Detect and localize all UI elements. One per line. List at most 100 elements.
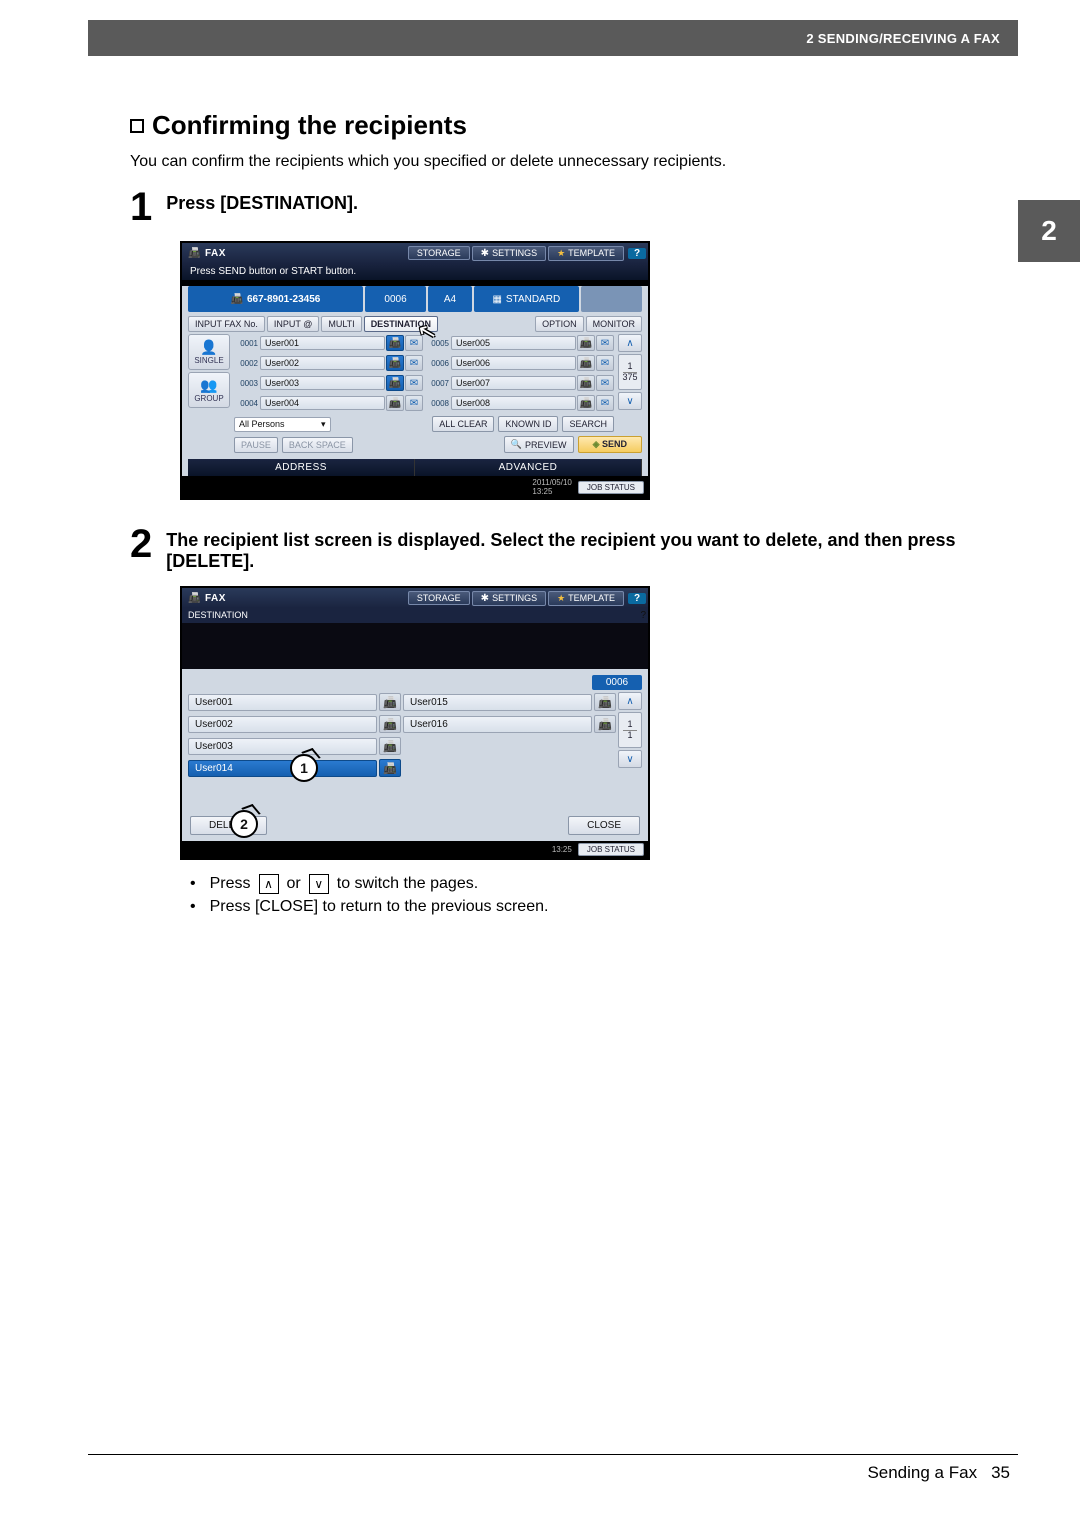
pause-button[interactable]: PAUSE [234, 437, 278, 453]
window-title: FAX [205, 593, 226, 604]
settings-button[interactable]: SETTINGS [472, 591, 546, 606]
time: 13:25 [552, 845, 572, 854]
callout-1: 1 [290, 754, 318, 782]
help-button[interactable]: ? [628, 248, 646, 259]
dest-user003[interactable]: User003 [188, 738, 377, 755]
note-paging: Press ∧ or ∨ to switch the pages. [190, 874, 970, 894]
up-arrow-icon: ∧ [259, 874, 279, 894]
settings-button[interactable]: SETTINGS [472, 246, 546, 261]
storage-button[interactable]: STORAGE [408, 246, 470, 260]
known-id-button[interactable]: KNOWN ID [498, 416, 558, 432]
tab-address[interactable]: ADDRESS [188, 459, 415, 476]
tab-multi[interactable]: MULTI [321, 316, 361, 332]
tab-input-fax-no[interactable]: INPUT FAX No. [188, 316, 265, 332]
page-down-button[interactable]: ∨ [618, 750, 642, 768]
datetime: 2011/05/1013:25 [532, 478, 571, 496]
mail-dest-icon[interactable]: ✉ [405, 395, 423, 411]
down-arrow-icon: ∨ [309, 874, 329, 894]
tab-input-at[interactable]: INPUT @ [267, 316, 319, 332]
tab-advanced[interactable]: ADVANCED [415, 459, 642, 476]
mail-dest-icon[interactable]: ✉ [596, 375, 614, 391]
tab-option[interactable]: OPTION [535, 316, 584, 332]
job-status-button[interactable]: JOB STATUS [578, 481, 644, 494]
step-2: 2 The recipient list screen is displayed… [130, 524, 970, 572]
mail-dest-icon[interactable]: ✉ [596, 355, 614, 371]
job-status-button[interactable]: JOB STATUS [578, 843, 644, 856]
all-clear-button[interactable]: ALL CLEAR [432, 416, 494, 432]
star-icon: ★ [557, 248, 565, 259]
fax-dest-icon[interactable]: 📠 [386, 375, 404, 391]
entry-user004[interactable]: User004 [260, 396, 385, 410]
search-button[interactable]: SEARCH [562, 416, 614, 432]
screen-footer: 2011/05/1013:25 JOB STATUS [182, 476, 648, 498]
help-button-2[interactable]: ? [640, 610, 646, 621]
fax-small-icon: 📠 [231, 294, 243, 305]
content-area: Confirming the recipients You can confir… [130, 110, 970, 920]
fax-number-display: 📠667-8901-23456 [188, 286, 363, 312]
fax-dest-icon[interactable]: 📠 [594, 693, 616, 711]
chapter-bar: 2 SENDING/RECEIVING A FAX [88, 20, 1018, 56]
fax-dest-icon[interactable]: 📠 [577, 375, 595, 391]
chapter-title: 2 SENDING/RECEIVING A FAX [806, 31, 1000, 46]
gear-icon [481, 248, 489, 259]
fax-dest-icon[interactable]: 📠 [577, 335, 595, 351]
fax-icon: 📠 [188, 593, 201, 604]
fax-dest-icon[interactable]: 📠 [379, 759, 401, 777]
page-up-button[interactable]: ∧ [618, 692, 642, 710]
step-1-number: 1 [130, 187, 152, 227]
fax-dest-icon[interactable]: 📠 [386, 335, 404, 351]
status-dim [581, 286, 642, 312]
dest-user016[interactable]: User016 [403, 716, 592, 733]
storage-button[interactable]: STORAGE [408, 591, 470, 605]
tab-monitor[interactable]: MONITOR [586, 316, 642, 332]
bottom-tabs: ADDRESS ADVANCED [182, 459, 648, 476]
dest-user014[interactable]: User014 [188, 760, 377, 777]
titlebar: 📠FAX STORAGE SETTINGS ★TEMPLATE ? [182, 243, 648, 263]
dest-user002[interactable]: User002 [188, 716, 377, 733]
template-button[interactable]: ★TEMPLATE [548, 246, 624, 261]
mail-dest-icon[interactable]: ✉ [405, 375, 423, 391]
filter-select[interactable]: All Persons▾ [234, 417, 331, 432]
fax-dest-icon[interactable]: 📠 [577, 355, 595, 371]
resolution-mode[interactable]: ▦STANDARD [474, 286, 579, 312]
fax-dest-icon[interactable]: 📠 [379, 693, 401, 711]
notes-list: Press ∧ or ∨ to switch the pages. Press … [190, 874, 970, 916]
mail-dest-icon[interactable]: ✉ [596, 395, 614, 411]
paper-size: A4 [428, 286, 472, 312]
mail-dest-icon[interactable]: ✉ [596, 335, 614, 351]
instruction-bar: Press SEND button or START button. [182, 263, 648, 280]
note-close: Press [CLOSE] to return to the previous … [190, 898, 970, 916]
dest-user015[interactable]: User015 [403, 694, 592, 711]
footer-rule [88, 1454, 1018, 1455]
fax-dest-icon[interactable]: 📠 [386, 355, 404, 371]
fax-dest-icon[interactable]: 📠 [379, 715, 401, 733]
person-icon: 👤 [200, 339, 217, 356]
page-up-button[interactable]: ∧ [618, 334, 642, 352]
entry-user002[interactable]: User002 [260, 356, 385, 370]
entry-user008[interactable]: User008 [451, 396, 576, 410]
screenshot-destination-list: 📠FAX STORAGE SETTINGS ★TEMPLATE ? DESTIN… [180, 586, 650, 860]
screen-footer: 13:25 JOB STATUS [182, 841, 648, 858]
entry-user006[interactable]: User006 [451, 356, 576, 370]
fax-dest-icon[interactable]: 📠 [577, 395, 595, 411]
send-button[interactable]: ◈ SEND [578, 436, 642, 453]
dest-user001[interactable]: User001 [188, 694, 377, 711]
preview-button[interactable]: 🔍PREVIEW [504, 436, 574, 453]
entry-user001[interactable]: User001 [260, 336, 385, 350]
backspace-button[interactable]: BACK SPACE [282, 437, 353, 453]
fax-dest-icon[interactable]: 📠 [379, 737, 401, 755]
titlebar: 📠 FAX STORAGE SETTINGS ★TEMPLATE ? [182, 588, 648, 608]
entry-user007[interactable]: User007 [451, 376, 576, 390]
fax-dest-icon[interactable]: 📠 [386, 395, 404, 411]
group-button[interactable]: 👥GROUP [188, 372, 230, 408]
entry-user003[interactable]: User003 [260, 376, 385, 390]
help-button[interactable]: ? [628, 593, 646, 604]
template-button[interactable]: ★TEMPLATE [548, 591, 624, 606]
page-down-button[interactable]: ∨ [618, 392, 642, 410]
fax-dest-icon[interactable]: 📠 [594, 715, 616, 733]
footer-page-number: 35 [991, 1463, 1010, 1483]
single-button[interactable]: 👤SINGLE [188, 334, 230, 370]
mail-dest-icon[interactable]: ✉ [405, 355, 423, 371]
close-button[interactable]: CLOSE [568, 816, 640, 835]
entry-user005[interactable]: User005 [451, 336, 576, 350]
